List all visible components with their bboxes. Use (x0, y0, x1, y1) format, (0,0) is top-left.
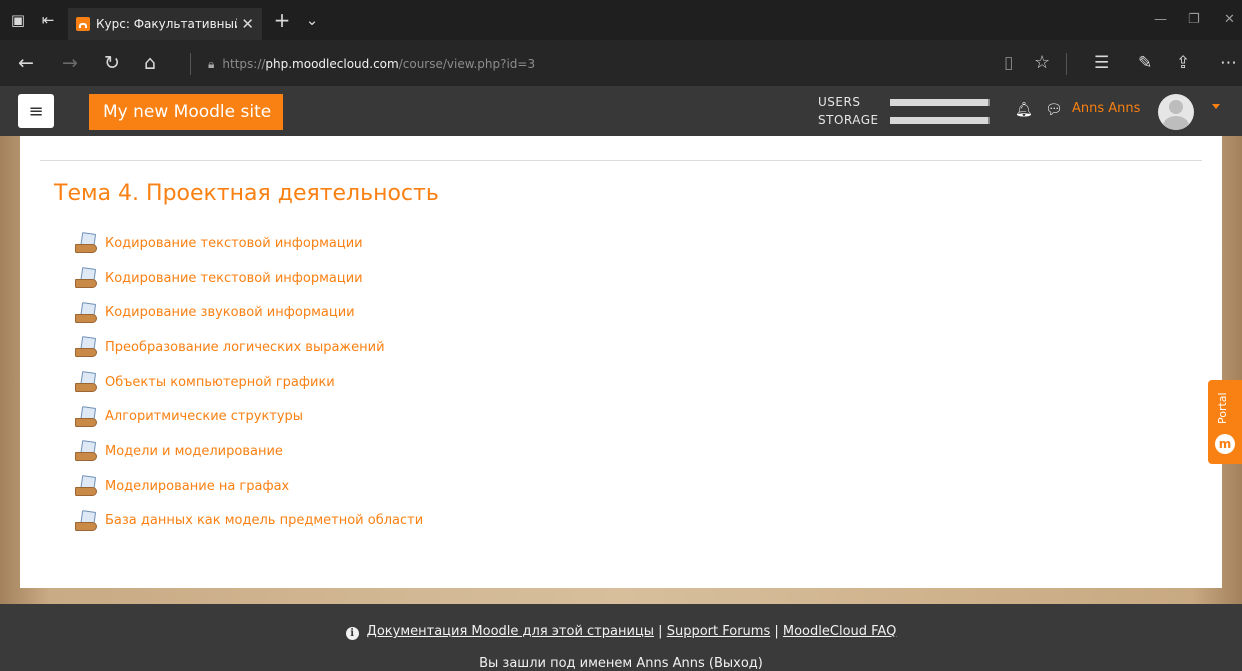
footer-links: i Документация Moodle для этой страницы |… (0, 624, 1242, 640)
quota-storage-row: STORAGE (818, 111, 990, 129)
tab-title: Курс: Факультативный : (96, 17, 238, 31)
quota-users-bar (890, 98, 990, 106)
quota-storage-label: STORAGE (818, 113, 879, 127)
activity-link[interactable]: Кодирование текстовой информации (105, 236, 363, 251)
notifications-bell-icon[interactable]: 🔔︎ (1015, 102, 1033, 118)
site-home-link[interactable]: My new Moodle site (89, 94, 283, 130)
quota-users-fill (890, 98, 988, 106)
resource-file-icon (75, 336, 99, 358)
resource-file-icon (75, 475, 99, 497)
favorite-star-icon[interactable]: ☆ (1034, 53, 1050, 73)
activity-item[interactable]: Преобразование логических выражений (75, 330, 423, 365)
refresh-icon[interactable]: ↻ (104, 53, 120, 73)
web-note-pen-icon[interactable]: ✎ (1138, 53, 1152, 73)
close-window-icon[interactable]: ✕ (1224, 12, 1235, 27)
activity-link[interactable]: Моделирование на графах (105, 479, 289, 494)
restore-icon[interactable]: ❐ (1188, 12, 1200, 27)
info-icon: i (345, 627, 359, 640)
activity-link[interactable]: Преобразование логических выражений (105, 340, 385, 355)
footer-separator: | (658, 624, 663, 639)
moodlecloud-faq-link[interactable]: MoodleCloud FAQ (783, 624, 896, 639)
home-icon[interactable]: ⌂ (144, 53, 156, 73)
activity-item[interactable]: Модели и моделирование (75, 434, 423, 469)
section-title: Тема 4. Проектная деятельность (54, 181, 439, 206)
url-scheme: https:// (222, 57, 266, 71)
avatar-body (1163, 116, 1189, 130)
quota-users-row: USERS (818, 93, 990, 111)
divider (1066, 53, 1067, 75)
moodle-m-icon: m (1215, 434, 1235, 454)
reading-view-icon[interactable]: ▯ (1004, 53, 1013, 73)
activity-list: Кодирование текстовой информации Кодирова… (75, 226, 423, 538)
activity-item[interactable]: Кодирование текстовой информации (75, 261, 423, 296)
avatar-head (1169, 100, 1183, 114)
browser-address-bar: ← → ↻ ⌂ 🔒︎ https:// php.moodlecloud.com … (0, 40, 1242, 86)
more-options-icon[interactable]: ⋯ (1220, 53, 1237, 73)
resource-file-icon (75, 301, 99, 324)
activity-link[interactable]: Алгоритмические структуры (105, 409, 303, 424)
url-domain: php.moodlecloud.com (265, 57, 399, 71)
avatar[interactable] (1158, 94, 1194, 130)
quota-users-label: USERS (818, 95, 861, 109)
tab-preview-chevron-icon[interactable]: ⌄ (302, 10, 322, 30)
tab-overview-icon[interactable]: ▣ (8, 10, 28, 30)
resource-file-icon (75, 371, 99, 393)
login-info: Вы зашли под именем Anns Anns (Выход) (479, 656, 763, 671)
activity-link[interactable]: База данных как модель предметной област… (105, 513, 423, 528)
activity-item[interactable]: Кодирование звуковой информации (75, 295, 423, 330)
minimize-icon[interactable]: — (1154, 12, 1167, 27)
url-field[interactable]: 🔒︎ https:// php.moodlecloud.com /course/… (208, 53, 535, 75)
moodle-docs-link[interactable]: Документация Moodle для этой страницы (367, 624, 654, 639)
back-arrow-icon[interactable]: ← (18, 53, 34, 73)
activity-item[interactable]: База данных как модель предметной област… (75, 504, 423, 539)
portal-tab[interactable]: Portal m (1208, 380, 1242, 464)
divider (190, 53, 191, 75)
activity-item[interactable]: Моделирование на графах (75, 469, 423, 504)
user-menu-caret-icon[interactable] (1212, 104, 1220, 109)
activity-link[interactable]: Кодирование текстовой информации (105, 271, 363, 286)
resource-file-icon (75, 267, 99, 289)
url-path: /course/view.php?id=3 (398, 57, 536, 71)
messages-chat-icon[interactable]: 💬︎ (1045, 102, 1063, 118)
activity-link[interactable]: Модели и моделирование (105, 444, 283, 459)
activity-item[interactable]: Кодирование текстовой информации (75, 226, 423, 261)
browser-tab-active[interactable]: Курс: Факультативный : ✕ (68, 8, 262, 40)
quota-storage-bar (890, 116, 990, 124)
activity-link[interactable]: Кодирование звуковой информации (105, 305, 355, 320)
resource-file-icon (75, 440, 99, 462)
portal-label: Portal (1216, 392, 1229, 424)
drawer-toggle-button[interactable]: ≡ (18, 94, 54, 128)
resource-file-icon (75, 405, 99, 428)
user-name[interactable]: Anns Anns (1072, 101, 1140, 116)
support-forums-link[interactable]: Support Forums (667, 624, 771, 639)
page-footer: i Документация Moodle для этой страницы |… (0, 604, 1242, 671)
activity-item[interactable]: Объекты компьютерной графики (75, 365, 423, 400)
browser-tab-bar: ▣ ⇤ Курс: Факультативный : ✕ + ⌄ — ❐ ✕ (0, 0, 1242, 40)
activity-link[interactable]: Объекты компьютерной графики (105, 375, 335, 390)
hamburger-icon: ≡ (28, 100, 44, 122)
new-tab-icon[interactable]: + (272, 8, 292, 32)
footer-separator: | (774, 624, 779, 639)
resource-file-icon (75, 509, 99, 532)
forward-arrow-icon[interactable]: → (62, 53, 78, 73)
lock-icon: 🔒︎ (208, 56, 215, 71)
close-tab-icon[interactable]: ✕ (241, 15, 254, 33)
section-divider (40, 160, 1202, 161)
moodle-navbar: ≡ My new Moodle site USERS STORAGE 🔔︎ 💬︎… (0, 86, 1242, 136)
favorites-hub-icon[interactable]: ☰ (1094, 53, 1109, 73)
resource-file-icon (75, 232, 99, 254)
set-aside-tabs-icon[interactable]: ⇤ (38, 10, 58, 30)
quota-indicator: USERS STORAGE (818, 93, 990, 129)
activity-item[interactable]: Алгоритмические структуры (75, 399, 423, 434)
moodle-favicon-icon (76, 17, 90, 31)
quota-storage-fill (890, 116, 988, 124)
share-icon[interactable]: ⇪ (1176, 53, 1190, 73)
